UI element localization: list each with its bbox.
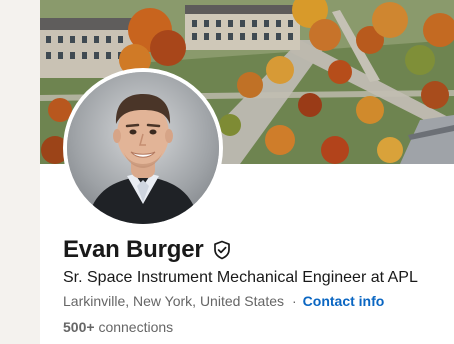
profile-location: Larkinville, New York, United States — [63, 293, 284, 309]
location-row: Larkinville, New York, United States · C… — [63, 291, 384, 311]
contact-info-link[interactable]: Contact info — [303, 291, 385, 311]
profile-photo[interactable] — [63, 68, 223, 228]
connections-link[interactable]: 500+ connections — [63, 317, 173, 337]
connections-label: connections — [98, 319, 174, 335]
shield-check-icon[interactable] — [212, 240, 232, 260]
profile-headline: Sr. Space Instrument Mechanical Engineer… — [63, 269, 418, 286]
separator-dot: · — [292, 293, 297, 309]
connections-count: 500+ — [63, 319, 95, 335]
name-row: Evan Burger — [63, 235, 232, 265]
person-portrait-photo — [67, 72, 219, 224]
profile-card: Evan Burger Sr. Space Instrument Mechani… — [40, 0, 454, 344]
profile-name: Evan Burger — [63, 236, 204, 263]
avatar — [67, 72, 219, 224]
